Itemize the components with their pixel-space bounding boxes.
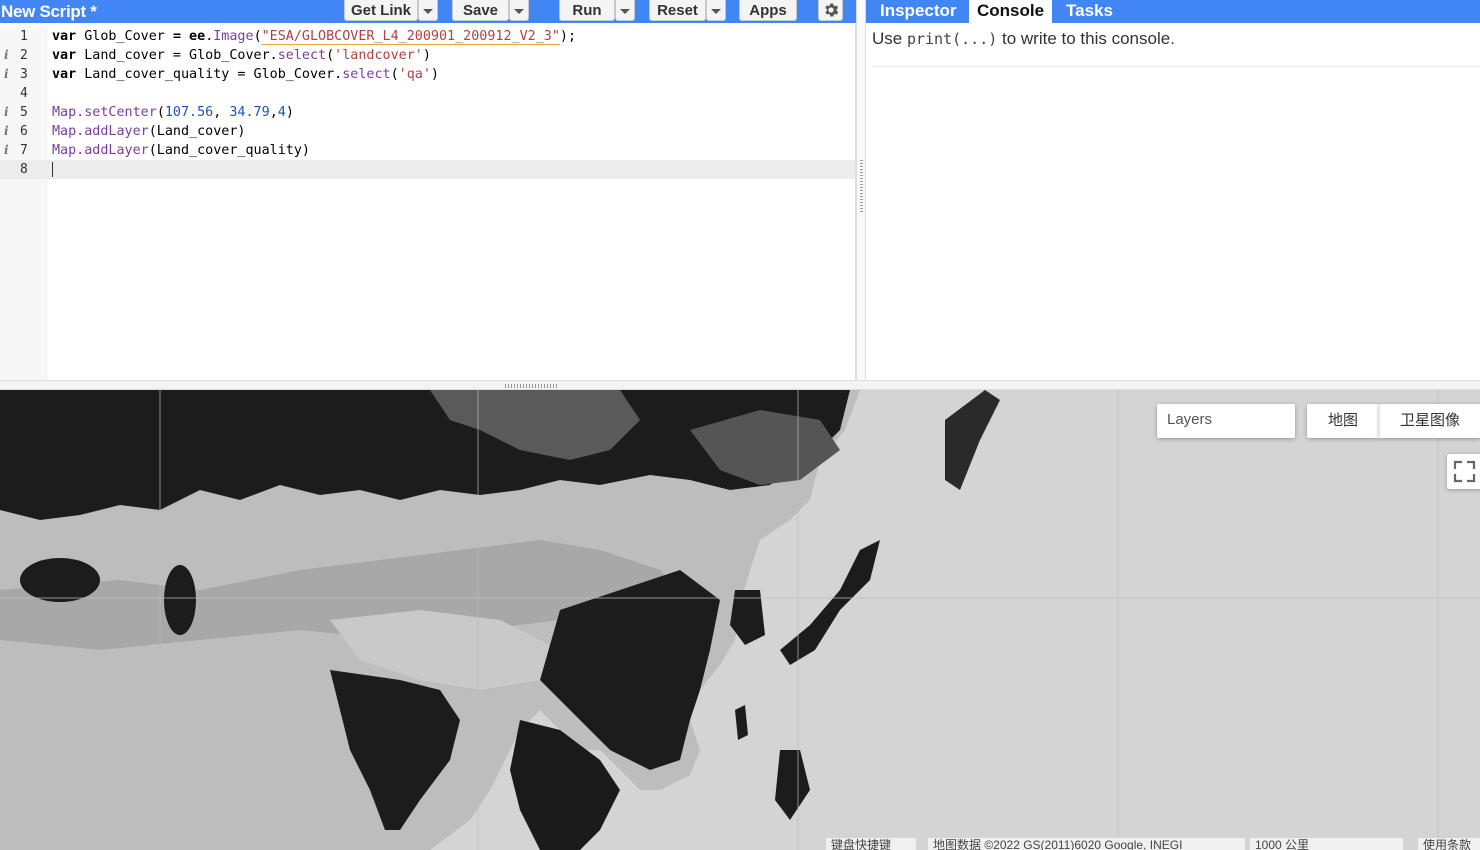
run-button[interactable]: Run bbox=[559, 0, 615, 21]
script-title[interactable]: New Script * bbox=[1, 2, 97, 22]
info-icon[interactable]: i bbox=[4, 46, 9, 65]
map-type-satellite-button[interactable]: 卫星图像 bbox=[1379, 404, 1480, 438]
settings-button[interactable] bbox=[818, 0, 843, 21]
map-type-roadmap-button[interactable]: 地图 bbox=[1307, 404, 1379, 438]
horizontal-splitter[interactable] bbox=[0, 380, 1480, 390]
tab-tasks[interactable]: Tasks bbox=[1058, 0, 1121, 23]
code-line[interactable]: var Glob_Cover = ee.Image("ESA/GLOBCOVER… bbox=[47, 27, 855, 46]
fullscreen-button[interactable] bbox=[1447, 454, 1480, 489]
code-editor-pane: New Script * Get Link Save Run Reset App… bbox=[0, 0, 856, 380]
map-view[interactable]: Layers 地图 卫星图像 键盘快捷键 地图数据 ©2022 GS(2011)… bbox=[0, 390, 1480, 850]
apps-button[interactable]: Apps bbox=[739, 0, 797, 21]
get-link-dropdown[interactable] bbox=[418, 0, 438, 21]
line-number: 4 bbox=[20, 86, 28, 101]
code-line[interactable]: var Land_cover = Glob_Cover.select('land… bbox=[47, 46, 855, 65]
code-line-active[interactable] bbox=[47, 160, 855, 179]
reset-dropdown[interactable] bbox=[706, 0, 726, 21]
layers-control[interactable]: Layers bbox=[1157, 404, 1295, 438]
get-link-button[interactable]: Get Link bbox=[344, 0, 418, 21]
info-icon[interactable]: i bbox=[4, 141, 9, 160]
code-text-area[interactable]: var Glob_Cover = ee.Image("ESA/GLOBCOVER… bbox=[47, 26, 855, 380]
keyboard-shortcuts-link[interactable]: 键盘快捷键 bbox=[826, 838, 916, 850]
earth-engine-code-editor: New Script * Get Link Save Run Reset App… bbox=[0, 0, 1480, 850]
text-cursor bbox=[52, 162, 53, 177]
line-number: i6 bbox=[4, 122, 28, 141]
chevron-down-icon bbox=[711, 9, 721, 14]
fullscreen-icon bbox=[1453, 460, 1476, 483]
save-dropdown[interactable] bbox=[509, 0, 529, 21]
line-number: i5 bbox=[4, 103, 28, 122]
tab-inspector[interactable]: Inspector bbox=[872, 0, 965, 23]
gear-icon bbox=[824, 3, 838, 17]
code-line[interactable]: Map.addLayer(Land_cover) bbox=[47, 122, 855, 141]
scale-bar[interactable]: 1000 公里 bbox=[1250, 838, 1403, 850]
line-number: 8 bbox=[0, 160, 47, 179]
run-dropdown[interactable] bbox=[615, 0, 635, 21]
chevron-down-icon bbox=[620, 9, 630, 14]
chevron-down-icon bbox=[423, 9, 433, 14]
drag-handle-icon bbox=[860, 160, 863, 212]
console-hint: Use print(...) to write to this console. bbox=[872, 29, 1175, 48]
info-icon[interactable]: i bbox=[4, 122, 9, 141]
line-number-gutter: 1 i2 i3 4 i5 i6 i7 8 bbox=[0, 26, 47, 380]
reset-button[interactable]: Reset bbox=[649, 0, 706, 21]
right-panel: Inspector Console Tasks Use print(...) t… bbox=[866, 0, 1480, 380]
right-panel-tabbar: Inspector Console Tasks bbox=[866, 0, 1480, 23]
chevron-down-icon bbox=[514, 9, 524, 14]
caspian-sea bbox=[164, 565, 196, 635]
info-icon[interactable]: i bbox=[4, 103, 9, 122]
vertical-splitter[interactable] bbox=[856, 0, 866, 380]
save-button[interactable]: Save bbox=[452, 0, 509, 21]
editor-toolbar: New Script * Get Link Save Run Reset App… bbox=[0, 0, 856, 23]
line-number: 1 bbox=[20, 29, 28, 44]
line-number: i2 bbox=[4, 46, 28, 65]
console-divider bbox=[872, 66, 1480, 67]
code-line[interactable]: Map.addLayer(Land_cover_quality) bbox=[47, 141, 855, 160]
terms-of-use-link[interactable]: 使用条款 bbox=[1418, 838, 1480, 850]
info-icon[interactable]: i bbox=[4, 65, 9, 84]
tab-console[interactable]: Console bbox=[969, 0, 1053, 23]
map-data-attribution: 地图数据 ©2022 GS(2011)6020 Google, INEGI bbox=[928, 838, 1245, 850]
line-number: i3 bbox=[4, 65, 28, 84]
drag-handle-icon bbox=[505, 384, 557, 388]
code-line[interactable]: Map.setCenter(107.56, 34.79,4) bbox=[47, 103, 855, 122]
black-sea bbox=[20, 558, 100, 602]
code-line[interactable]: var Land_cover_quality = Glob_Cover.sele… bbox=[47, 65, 855, 84]
land-cover-raster bbox=[0, 390, 1480, 850]
line-number: i7 bbox=[4, 141, 28, 160]
